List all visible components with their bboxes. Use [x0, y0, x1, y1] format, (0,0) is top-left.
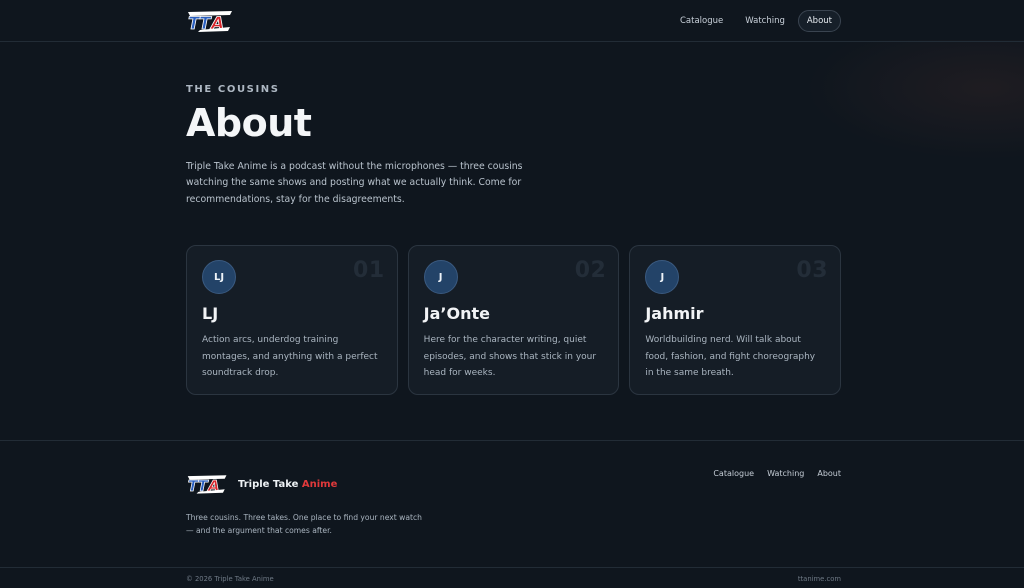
tta-logo-icon: T T A — [187, 475, 227, 495]
brand-main: Triple Take — [238, 478, 299, 490]
nav-about[interactable]: About — [797, 10, 841, 32]
cousins-cards: LJ 01 LJ Action arcs, underdog training … — [186, 245, 842, 396]
footer-nav-watching[interactable]: Watching — [767, 469, 804, 478]
brand-accent: Anime — [301, 478, 338, 490]
site-footer: T T A Triple Take Anime Three cousins. T… — [0, 440, 1024, 588]
cousin-card: J 02 Ja’Onte Here for the character writ… — [407, 245, 620, 396]
about-description: Triple Take Anime is a podcast without t… — [186, 160, 523, 205]
card-description: Here for the character writing, quiet ep… — [423, 335, 597, 379]
footer-brand-name: Triple Take Anime — [238, 479, 337, 490]
card-name: Ja’Onte — [423, 304, 490, 324]
card-number: 02 — [574, 258, 607, 284]
card-description: Action arcs, underdog training montages,… — [202, 335, 378, 379]
hero-section: THE COUSINS About Triple Take Anime is a… — [186, 84, 841, 208]
card-description: Worldbuilding nerd. Will talk about food… — [645, 335, 816, 379]
card-name: Jahmir — [645, 304, 704, 324]
top-navbar: T T A Catalogue Watching About — [0, 0, 1024, 42]
card-number: 01 — [353, 258, 385, 284]
avatar: J — [423, 260, 458, 295]
cousin-card: J 03 Jahmir Worldbuilding nerd. Will tal… — [629, 245, 842, 396]
main-nav: Catalogue Watching About — [671, 10, 841, 32]
avatar: J — [645, 260, 680, 295]
avatar: LJ — [202, 260, 236, 295]
cousin-card: LJ 01 LJ Action arcs, underdog training … — [186, 245, 398, 396]
footer-bottom-bar: © 2026 Triple Take Anime ttanime.com — [0, 567, 1024, 588]
card-number: 03 — [796, 258, 829, 284]
nav-watching[interactable]: Watching — [736, 10, 794, 32]
site-domain: ttanime.com — [797, 575, 841, 583]
card-name: LJ — [202, 304, 219, 324]
nav-catalogue[interactable]: Catalogue — [671, 10, 732, 32]
eyebrow-label: THE COUSINS — [186, 84, 280, 95]
footer-nav-catalogue[interactable]: Catalogue — [713, 469, 754, 478]
tta-logo-icon[interactable]: T T A — [186, 9, 236, 33]
footer-tagline: Three cousins. Three takes. One place to… — [186, 513, 422, 535]
copyright: © 2026 Triple Take Anime — [186, 575, 274, 583]
page-title: About — [186, 101, 312, 145]
footer-nav-about[interactable]: About — [817, 469, 841, 478]
footer-brand[interactable]: T T A Triple Take Anime — [186, 473, 337, 495]
footer-nav: Catalogue Watching About — [713, 469, 841, 478]
